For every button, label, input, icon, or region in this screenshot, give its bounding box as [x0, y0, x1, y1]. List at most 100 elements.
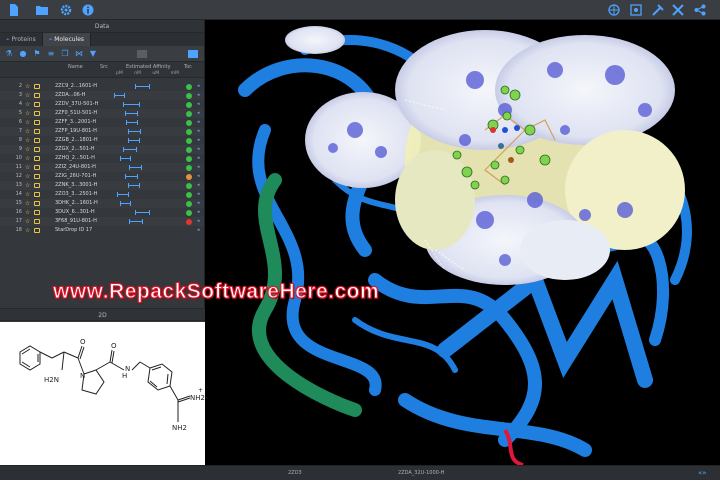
comment-icon[interactable] [34, 138, 40, 143]
star-icon[interactable]: ☆ [25, 100, 30, 109]
table-row[interactable]: 14 ☆ 2ZO3_3...2501-H ◂ [0, 190, 204, 199]
table-row[interactable]: 12 ☆ 2ZIG_26U-701-H ◂ [0, 172, 204, 181]
wrench-icon[interactable] [670, 2, 686, 18]
comment-icon[interactable] [34, 165, 40, 170]
row-arrow-icon[interactable]: ◂ [197, 172, 200, 181]
column-src[interactable]: Src [100, 64, 108, 70]
file-icon[interactable] [6, 2, 22, 18]
star-icon[interactable]: ☆ [25, 217, 30, 226]
expand-icon[interactable]: «» [698, 469, 707, 477]
star-icon[interactable]: ☆ [25, 199, 30, 208]
row-arrow-icon[interactable]: ◂ [197, 226, 200, 235]
table-row[interactable]: 2 ☆ 2ZC9_2...1601-H ◂ [0, 82, 204, 91]
comment-icon[interactable] [34, 84, 40, 89]
table-row[interactable]: 4 ☆ 2ZDV_37U-501-H ◂ [0, 100, 204, 109]
structure-2d-view[interactable]: H2N O N O H N NH2 NH2 + [0, 322, 205, 465]
table-row[interactable]: 15 ☆ 3DHK_2...1601-H ◂ [0, 199, 204, 208]
comment-icon[interactable] [34, 174, 40, 179]
flask-icon[interactable]: ⚗ [4, 49, 14, 59]
stack-icon[interactable]: ≡ [46, 49, 56, 59]
comment-icon[interactable] [34, 93, 40, 98]
row-arrow-icon[interactable]: ◂ [197, 199, 200, 208]
comment-icon[interactable] [34, 102, 40, 107]
star-icon[interactable]: ☆ [25, 109, 30, 118]
comment-icon[interactable] [34, 147, 40, 152]
3d-protein-viewer[interactable] [205, 20, 720, 465]
info-icon[interactable] [80, 2, 96, 18]
globe-icon[interactable] [606, 2, 622, 18]
table-row[interactable]: 17 ☆ 3F68_91U-801-H ◂ [0, 217, 204, 226]
star-icon[interactable]: ☆ [25, 82, 30, 91]
star-icon[interactable]: ☆ [25, 127, 30, 136]
star-icon[interactable]: ☆ [25, 154, 30, 163]
star-icon[interactable]: ☆ [25, 172, 30, 181]
view-toggle-list[interactable] [188, 49, 198, 58]
status-dot [186, 120, 192, 126]
tools-icon[interactable] [650, 2, 666, 18]
row-arrow-icon[interactable]: ◂ [197, 190, 200, 199]
star-icon[interactable]: ☆ [25, 181, 30, 190]
row-arrow-icon[interactable]: ◂ [197, 91, 200, 100]
row-arrow-icon[interactable]: ◂ [197, 100, 200, 109]
star-icon[interactable]: ☆ [25, 163, 30, 172]
drop-icon[interactable]: ● [18, 49, 28, 59]
star-icon[interactable]: ☆ [25, 145, 30, 154]
comment-icon[interactable] [34, 210, 40, 215]
star-icon[interactable]: ☆ [25, 91, 30, 100]
comment-icon[interactable] [34, 111, 40, 116]
row-arrow-icon[interactable]: ◂ [197, 82, 200, 91]
column-tor[interactable]: Tor. [184, 64, 192, 70]
comment-icon[interactable] [34, 192, 40, 197]
copy-icon[interactable]: ❐ [60, 49, 70, 59]
table-row[interactable]: 16 ☆ 3DUX_6...301-H ◂ [0, 208, 204, 217]
star-icon[interactable]: ☆ [25, 118, 30, 127]
document-icon[interactable] [628, 2, 644, 18]
column-affinity[interactable]: Estimated Affinity [126, 64, 171, 70]
comment-icon[interactable] [34, 120, 40, 125]
row-arrow-icon[interactable]: ◂ [197, 163, 200, 172]
table-row[interactable]: 9 ☆ 2ZGX_2...501-H ◂ [0, 145, 204, 154]
comment-icon[interactable] [34, 219, 40, 224]
flag-icon[interactable]: ⚑ [32, 49, 42, 59]
star-icon[interactable]: ☆ [25, 226, 30, 235]
comment-icon[interactable] [34, 201, 40, 206]
tab-molecules[interactable]: ⌁ Molecules [42, 33, 92, 46]
settings-icon[interactable] [58, 2, 74, 18]
comment-icon[interactable] [34, 129, 40, 134]
row-number: 10 [15, 155, 22, 161]
table-row[interactable]: 18 ☆ StarDrop ID 17 ◂ [0, 226, 204, 235]
star-icon[interactable]: ☆ [25, 208, 30, 217]
row-arrow-icon[interactable]: ◂ [197, 136, 200, 145]
row-arrow-icon[interactable]: ◂ [197, 181, 200, 190]
table-row[interactable]: 13 ☆ 2ZNK_3...3001-H ◂ [0, 181, 204, 190]
column-name[interactable]: Name [68, 64, 83, 70]
table-row[interactable]: 3 ☆ 2ZDA...06-H ◂ [0, 91, 204, 100]
row-arrow-icon[interactable]: ◂ [197, 217, 200, 226]
status-dot [186, 219, 192, 225]
folder-icon[interactable] [34, 2, 50, 18]
row-arrow-icon[interactable]: ◂ [197, 109, 200, 118]
table-row[interactable]: 6 ☆ 2ZFF_3...2001-H ◂ [0, 118, 204, 127]
row-number: 3 [18, 92, 22, 98]
comment-icon[interactable] [34, 228, 40, 233]
table-row[interactable]: 10 ☆ 2ZHQ_2...501-H ◂ [0, 154, 204, 163]
row-arrow-icon[interactable]: ◂ [197, 145, 200, 154]
table-row[interactable]: 8 ☆ 2ZGB_2...1801-H ◂ [0, 136, 204, 145]
tree-icon[interactable]: ⋈ [74, 49, 84, 59]
star-icon[interactable]: ☆ [25, 190, 30, 199]
table-row[interactable]: 7 ☆ 2ZFP_19U-801-H ◂ [0, 127, 204, 136]
filter-icon[interactable]: ▼ [88, 49, 98, 59]
share-icon[interactable] [692, 2, 708, 18]
row-arrow-icon[interactable]: ◂ [197, 154, 200, 163]
row-arrow-icon[interactable]: ◂ [197, 208, 200, 217]
affinity-range-bar [123, 147, 137, 152]
table-row[interactable]: 5 ☆ 2ZF0_51U-501-H ◂ [0, 109, 204, 118]
star-icon[interactable]: ☆ [25, 136, 30, 145]
comment-icon[interactable] [34, 156, 40, 161]
table-row[interactable]: 11 ☆ 2ZIZ_24U-801-H ◂ [0, 163, 204, 172]
row-arrow-icon[interactable]: ◂ [197, 127, 200, 136]
view-toggle-grid[interactable] [137, 49, 147, 58]
comment-icon[interactable] [34, 183, 40, 188]
tab-proteins[interactable]: ⌁ Proteins [0, 33, 43, 46]
row-arrow-icon[interactable]: ◂ [197, 118, 200, 127]
